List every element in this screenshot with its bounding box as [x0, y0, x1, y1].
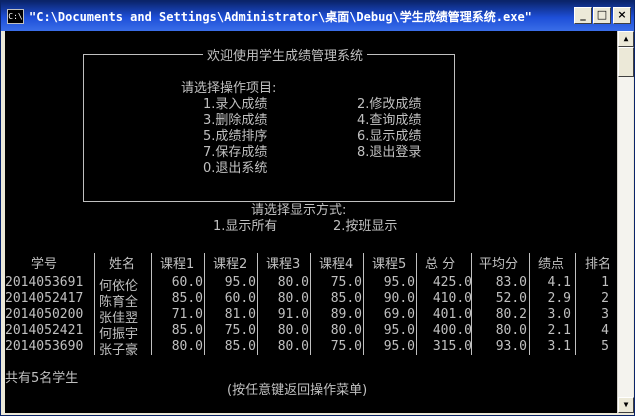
table-cell: 3 [601, 307, 609, 322]
table-cell: 71.0 [171, 307, 203, 322]
table-row: 2014050200 张佳翌 71.0 81.0 91.0 89.0 69.0 401.0 80… [5, 307, 617, 326]
column-header: 课程4 [319, 257, 354, 272]
table-cell: 75.0 [330, 339, 362, 354]
table-cell: 95.0 [383, 339, 415, 354]
column-header: 排名 [585, 257, 612, 272]
return-hint: (按任意键返回操作菜单) [227, 383, 368, 398]
table-cell: 89.0 [330, 307, 362, 322]
table-cell: 95.0 [224, 275, 256, 290]
table-cell: 80.0 [277, 275, 309, 290]
title-bar[interactable]: C:\ "C:\Documents and Settings\Administr… [1, 1, 634, 31]
table-cell: 2.9 [547, 291, 571, 306]
table-header-row: 学号 姓名 课程1 课程2 课程3 课程4 课程5 总 分 平均分 绩点 排名 [5, 253, 617, 272]
table-cell: 93.0 [495, 339, 527, 354]
table-cell: 2.1 [547, 323, 571, 338]
table-row: 2014053691 何依伦 60.0 95.0 80.0 75.0 95.0 425.0 83… [5, 275, 617, 294]
column-header: 学号 [31, 257, 58, 272]
display-option-all: 1.显示所有 [213, 219, 278, 234]
table-cell: 315.0 [432, 339, 472, 354]
column-header: 总 分 [425, 257, 456, 272]
column-header: 平均分 [479, 257, 519, 272]
table-cell: 3.1 [547, 339, 571, 354]
table-cell: 60.0 [171, 275, 203, 290]
table-cell: 60.0 [224, 291, 256, 306]
table-cell: 85.0 [171, 291, 203, 306]
table-cell: 91.0 [277, 307, 309, 322]
table-cell: 1 [601, 275, 609, 290]
table-cell: 80.2 [495, 307, 527, 322]
table-cell: 2014053690 [5, 339, 84, 354]
table-cell: 75.0 [330, 275, 362, 290]
console-window: C:\ "C:\Documents and Settings\Administr… [0, 0, 635, 416]
display-option-class: 2.按班显示 [333, 219, 398, 234]
scroll-track[interactable] [618, 47, 633, 397]
scroll-thumb[interactable] [618, 47, 634, 77]
table-cell: 95.0 [383, 275, 415, 290]
table-cell: 95.0 [383, 323, 415, 338]
vertical-scrollbar[interactable]: ▲ ▼ [617, 31, 634, 413]
menu-title: 欢迎使用学生成绩管理系统 [203, 45, 368, 64]
table-cell: 5 [601, 339, 609, 354]
console-app-icon[interactable]: C:\ [7, 9, 24, 24]
table-cell: 2014050200 [5, 307, 84, 322]
table-cell: 80.0 [277, 339, 309, 354]
column-header: 课程3 [266, 257, 301, 272]
table-cell: 85.0 [171, 323, 203, 338]
table-cell: 85.0 [330, 291, 362, 306]
table-cell: 4 [601, 323, 609, 338]
table-cell: 410.0 [432, 291, 472, 306]
table-cell: 张子豪 [99, 343, 139, 358]
close-button[interactable]: × [613, 7, 631, 24]
table-cell: 80.0 [277, 291, 309, 306]
table-cell: 425.0 [432, 275, 472, 290]
table-cell: 80.0 [330, 323, 362, 338]
table-row: 2014053690 张子豪 80.0 85.0 80.0 75.0 95.0 315.0 93… [5, 339, 617, 358]
table-cell: 85.0 [224, 339, 256, 354]
console-output: 欢迎使用学生成绩管理系统 请选择操作项目: 1.录入成绩 2.修改成绩 3.删除… [5, 31, 617, 413]
table-cell: 80.0 [277, 323, 309, 338]
column-header: 姓名 [109, 257, 136, 272]
table-cell: 2014052417 [5, 291, 84, 306]
table-cell: 4.1 [547, 275, 571, 290]
menu-item-0: 0.退出系统 [203, 161, 268, 176]
table-cell: 80.0 [495, 323, 527, 338]
scroll-up-icon[interactable]: ▲ [618, 31, 634, 47]
table-cell: 83.0 [495, 275, 527, 290]
table-cell: 401.0 [432, 307, 472, 322]
column-header: 绩点 [538, 257, 565, 272]
table-cell: 2 [601, 291, 609, 306]
menu-item-8: 8.退出登录 [357, 145, 422, 160]
maximize-button[interactable]: □ [593, 7, 611, 24]
minimize-button[interactable]: _ [574, 7, 592, 24]
table-cell: 52.0 [495, 291, 527, 306]
table-cell: 3.0 [547, 307, 571, 322]
column-header: 课程2 [213, 257, 248, 272]
table-cell: 69.0 [383, 307, 415, 322]
scroll-down-icon[interactable]: ▼ [618, 397, 634, 413]
table-row: 2014052417 陈育全 85.0 60.0 80.0 85.0 90.0 410.0 52… [5, 291, 617, 310]
grade-table: 学号 姓名 课程1 课程2 课程3 课程4 课程5 总 分平均分 绩点 排名 2014053691 何… [5, 253, 617, 358]
table-cell: 2014053691 [5, 275, 84, 290]
student-count: 共有5名学生 [5, 371, 79, 386]
table-cell: 90.0 [383, 291, 415, 306]
table-cell: 81.0 [224, 307, 256, 322]
table-cell: 2014052421 [5, 323, 84, 338]
window-title: "C:\Documents and Settings\Administrator… [29, 10, 532, 24]
table-cell: 75.0 [224, 323, 256, 338]
table-row: 2014052421 何振宇 85.0 75.0 80.0 80.0 95.0 400.0 80… [5, 323, 617, 342]
table-cell: 80.0 [171, 339, 203, 354]
column-header: 课程1 [160, 257, 195, 272]
table-cell: 400.0 [432, 323, 472, 338]
column-header: 课程5 [372, 257, 407, 272]
